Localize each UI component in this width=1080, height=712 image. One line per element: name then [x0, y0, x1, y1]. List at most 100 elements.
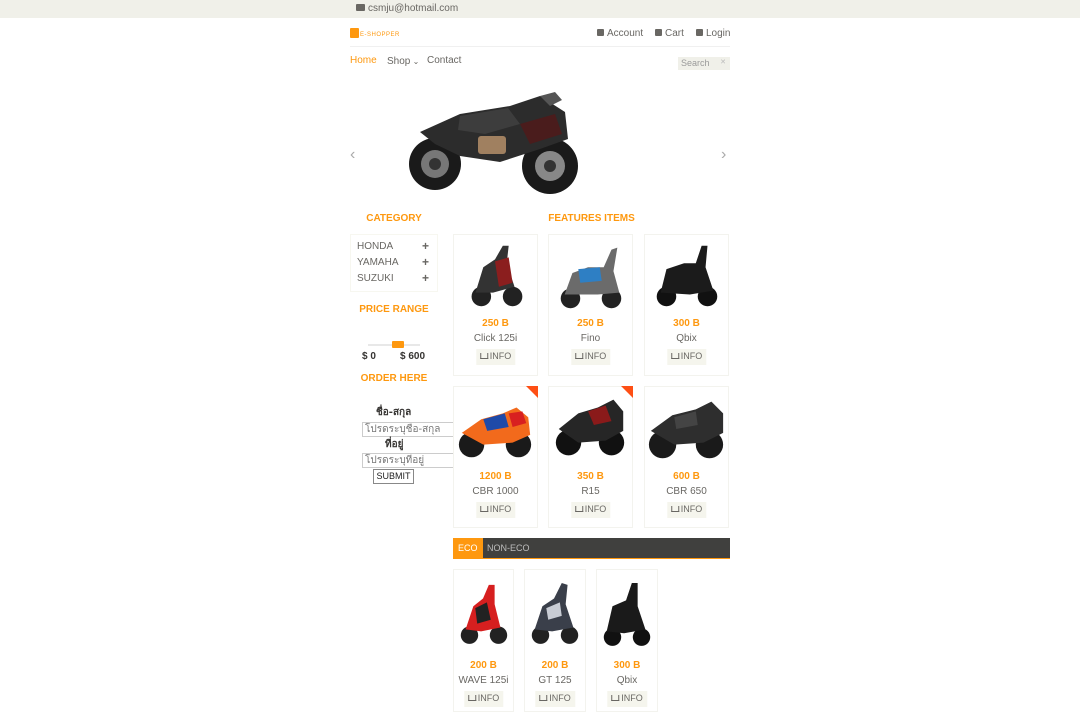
nav-shop-label: Shop — [387, 56, 411, 67]
info-button[interactable]: INFO — [607, 691, 647, 707]
product-price: 250 B — [577, 318, 604, 329]
login-label: Login — [706, 28, 731, 39]
tab-eco[interactable]: ECO — [453, 538, 483, 558]
cart-link[interactable]: Cart — [655, 28, 684, 39]
account-label: Account — [607, 28, 644, 39]
email-text: csmju@hotmail.com — [368, 3, 459, 14]
scooter-image — [471, 245, 523, 307]
info-label: INFO — [549, 693, 571, 703]
product-name: GT 125 — [538, 675, 572, 686]
search-clear-icon[interactable]: ✕ — [720, 58, 726, 66]
info-button[interactable]: INFO — [463, 691, 504, 707]
chevron-left-icon[interactable]: ‹ — [350, 146, 355, 164]
product-card: 600 B CBR 650 INFO — [644, 386, 729, 528]
cart-icon — [479, 353, 488, 359]
category-suzuki[interactable]: SUZUKI — [357, 273, 394, 284]
nav-contact[interactable]: Contact — [427, 55, 461, 66]
chevron-right-icon[interactable]: › — [721, 146, 726, 164]
scooter-image — [560, 247, 622, 309]
product-card: 200 B GT 125 INFO — [524, 569, 586, 712]
scooter-image — [460, 584, 508, 644]
address-label: ที่อยู่ — [385, 439, 404, 450]
nav-shop[interactable]: Shop ⌄ — [387, 56, 419, 67]
motorcycle-image — [555, 399, 625, 456]
category-list: HONDA + YAMAHA + SUZUKI + — [350, 234, 438, 292]
product-name: WAVE 125i — [458, 675, 509, 686]
motorcycle-image — [648, 401, 724, 459]
plus-icon[interactable]: + — [422, 239, 429, 253]
product-card: 300 B Qbix INFO — [596, 569, 658, 712]
cart-icon — [479, 506, 488, 512]
price-range-title: PRICE RANGE — [359, 304, 429, 315]
info-label: INFO — [621, 693, 643, 703]
info-label: INFO — [584, 504, 607, 514]
lock-icon — [696, 29, 703, 36]
info-button[interactable]: INFO — [475, 502, 516, 518]
tab-non-eco[interactable]: NON-ECO — [482, 538, 535, 558]
nav-home[interactable]: Home — [350, 55, 377, 66]
plus-icon[interactable]: + — [422, 255, 429, 269]
cart-icon — [670, 353, 679, 359]
product-name: R15 — [581, 486, 600, 497]
submit-button[interactable]: SUBMIT — [373, 469, 414, 484]
info-button[interactable]: INFO — [570, 502, 611, 518]
hero-slider: ‹ › — [350, 84, 730, 199]
cart-icon — [655, 29, 662, 36]
name-label: ชื่อ-สกุล — [376, 407, 412, 418]
cart-icon — [670, 506, 679, 512]
price-range-handle[interactable] — [392, 341, 404, 348]
hero-motorcycle-image — [409, 92, 578, 194]
info-button[interactable]: INFO — [570, 349, 611, 365]
envelope-icon — [356, 4, 365, 11]
info-label: INFO — [680, 351, 703, 361]
product-card: 250 B Fino INFO — [548, 234, 633, 376]
info-label: INFO — [489, 351, 512, 361]
info-button[interactable]: INFO — [475, 349, 516, 365]
top-bar: csmju@hotmail.com — [0, 0, 1080, 18]
product-card: 350 B R15 INFO — [548, 386, 633, 528]
search-input[interactable]: Search ✕ — [678, 57, 730, 70]
scooter-image — [603, 582, 651, 646]
scooter-image — [656, 245, 718, 307]
login-link[interactable]: Login — [696, 28, 730, 39]
product-price: 200 B — [541, 660, 569, 671]
features-title: FEATURES ITEMS — [548, 213, 635, 224]
product-price: 1200 B — [479, 471, 512, 482]
info-label: INFO — [489, 504, 512, 514]
product-card: 1200 B CBR 1000 INFO — [453, 386, 538, 528]
account-link[interactable]: Account — [597, 28, 643, 39]
info-label: INFO — [584, 351, 607, 361]
cart-icon — [539, 695, 548, 701]
logo[interactable]: E-SHOPPER — [350, 28, 400, 40]
category-honda[interactable]: HONDA — [357, 241, 393, 252]
product-price: 350 B — [577, 471, 604, 482]
category-tabs: ECO NON-ECO — [453, 538, 730, 558]
info-button[interactable]: INFO — [535, 691, 575, 707]
info-button[interactable]: INFO — [666, 349, 707, 365]
cart-icon — [574, 506, 583, 512]
plus-icon[interactable]: + — [422, 271, 429, 285]
search-placeholder: Search — [681, 58, 710, 68]
product-name: CBR 650 — [666, 486, 707, 497]
product-price: 300 B — [673, 318, 700, 329]
cart-label: Cart — [665, 28, 684, 39]
contact-email[interactable]: csmju@hotmail.com — [356, 3, 458, 14]
product-name: Fino — [580, 333, 601, 344]
product-price: 600 B — [673, 471, 700, 482]
price-min-label: $ 0 — [362, 351, 376, 362]
cart-icon — [611, 695, 620, 701]
product-card: 200 B WAVE 125i INFO — [453, 569, 514, 712]
chevron-down-icon: ⌄ — [410, 57, 420, 66]
category-yamaha[interactable]: YAMAHA — [357, 257, 399, 268]
motorcycle-image — [458, 407, 532, 458]
logo-text: E-SHOPPER — [360, 32, 400, 38]
cart-icon — [467, 695, 476, 701]
product-price: 200 B — [470, 660, 497, 671]
product-price: 300 B — [613, 660, 641, 671]
category-title: CATEGORY — [366, 213, 422, 224]
product-name: CBR 1000 — [472, 486, 519, 497]
header-divider — [350, 46, 730, 47]
info-button[interactable]: INFO — [666, 502, 707, 518]
product-card: 250 B Click 125i INFO — [453, 234, 538, 376]
cart-icon — [574, 353, 583, 359]
